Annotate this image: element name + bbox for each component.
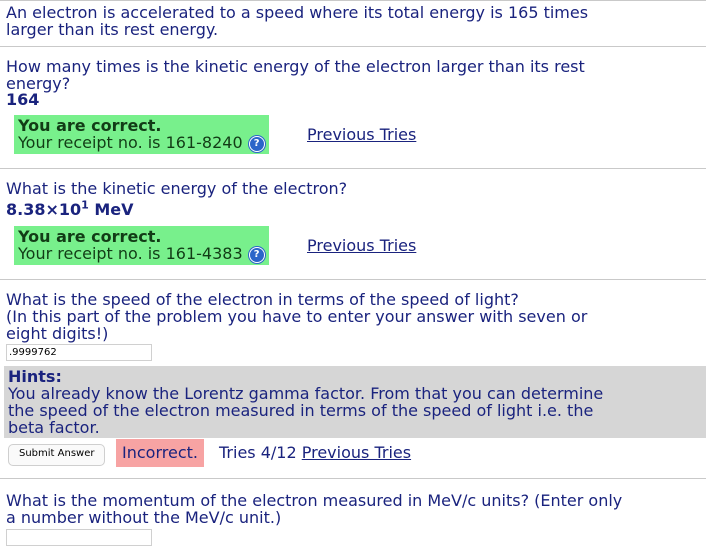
hint-text: the speed of the electron measured in te…: [8, 401, 594, 420]
problem-intro: An electron is accelerated to a speed wh…: [6, 4, 702, 38]
previous-tries-link-3[interactable]: Previous Tries: [302, 443, 411, 462]
divider: [0, 279, 706, 280]
answer-mantissa: 8.38×10: [6, 200, 82, 219]
question-text: energy?: [6, 74, 71, 93]
previous-tries-link-1[interactable]: Previous Tries: [307, 125, 416, 144]
divider: [0, 46, 706, 47]
hint-text: beta factor.: [8, 418, 100, 437]
question-text: a number without the MeV/c unit.): [6, 508, 282, 527]
question-2: What is the kinetic energy of the electr…: [6, 179, 348, 198]
question-text: How many times is the kinetic energy of …: [6, 57, 585, 76]
hint-text: You already know the Lorentz gamma facto…: [8, 384, 604, 403]
answer-unit: MeV: [88, 200, 134, 219]
intro-line: larger than its rest energy.: [6, 20, 219, 39]
divider: [0, 0, 706, 1]
hints-box: Hints: You already know the Lorentz gamm…: [4, 366, 706, 438]
previous-tries-link-2[interactable]: Previous Tries: [307, 236, 416, 255]
intro-line: An electron is accelerated to a speed wh…: [6, 3, 589, 22]
question-text: What is the momentum of the electron mea…: [6, 491, 623, 510]
submit-answer-button[interactable]: Submit Answer: [8, 444, 106, 466]
tries-text: Tries 4/12: [219, 443, 297, 462]
question-mark-icon[interactable]: ?: [248, 135, 265, 152]
tries-counter: Tries 4/12 Previous Tries: [219, 439, 411, 467]
hints-title: Hints:: [8, 367, 62, 386]
status-text: You are correct.: [18, 227, 162, 246]
momentum-answer-input[interactable]: [6, 529, 152, 546]
divider: [0, 478, 706, 479]
correct-feedback-2: You are correct. Your receipt no. is 161…: [14, 226, 269, 265]
question-4: What is the momentum of the electron mea…: [6, 492, 702, 526]
divider: [0, 168, 706, 169]
question-text: What is the speed of the electron in ter…: [6, 290, 519, 309]
question-text: (In this part of the problem you have to…: [6, 307, 588, 326]
status-text: You are correct.: [18, 116, 162, 135]
incorrect-feedback: Incorrect.: [116, 439, 204, 467]
receipt-text: Your receipt no. is 161-8240: [18, 133, 243, 152]
question-mark-icon[interactable]: ?: [248, 246, 265, 263]
answer-2: 8.38×101 MeV: [6, 198, 134, 219]
question-text: eight digits!): [6, 324, 109, 343]
question-1: How many times is the kinetic energy of …: [6, 58, 702, 92]
receipt-text: Your receipt no. is 161-4383: [18, 244, 243, 263]
answer-exponent: 1: [81, 198, 89, 212]
answer-1: 164: [6, 90, 40, 109]
speed-answer-input[interactable]: .9999762: [6, 344, 152, 361]
question-3: What is the speed of the electron in ter…: [6, 291, 702, 342]
correct-feedback-1: You are correct. Your receipt no. is 161…: [14, 115, 269, 154]
